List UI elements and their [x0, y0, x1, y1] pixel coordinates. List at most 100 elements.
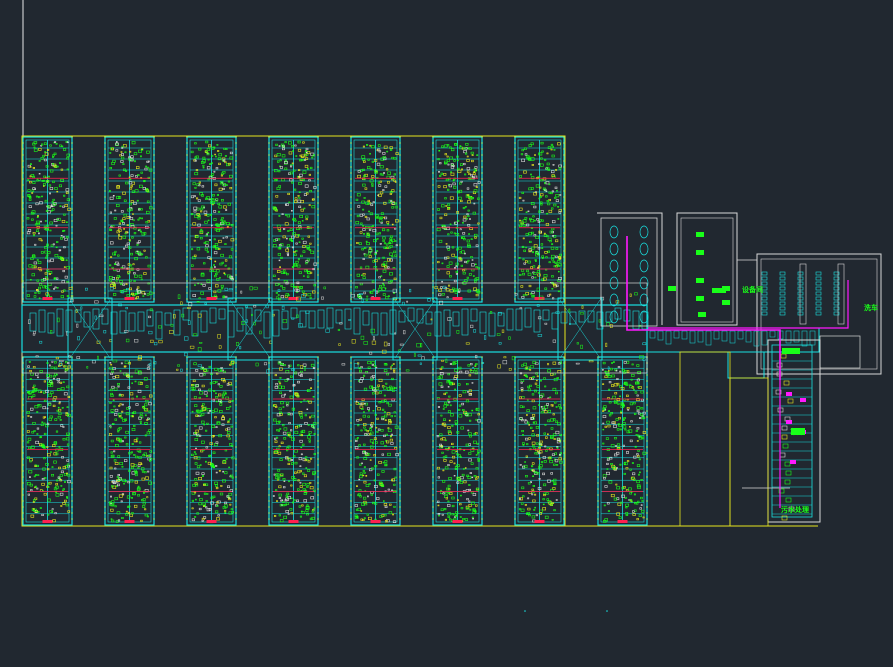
fixture: [294, 430, 299, 435]
fixture: [546, 152, 549, 155]
fixture: [524, 217, 528, 220]
fixture: [526, 443, 529, 446]
corridor-detail: [57, 317, 60, 323]
fixture: [146, 367, 150, 370]
fixture: [642, 516, 645, 519]
corridor-room: [308, 310, 316, 329]
floor-plan-drawing[interactable]: 设备间 洗车 污水处理 车库: [0, 0, 893, 667]
fixture: [37, 474, 40, 476]
fixture: [111, 519, 115, 523]
fixture: [212, 381, 216, 384]
fixture: [219, 492, 224, 496]
fixture: [56, 190, 59, 193]
fixture: [66, 221, 68, 224]
fixture: [602, 442, 605, 445]
accent-marker: [452, 520, 463, 523]
fixture: [358, 489, 362, 492]
fixture: [437, 185, 441, 188]
fixture: [365, 240, 368, 243]
fixture: [124, 459, 128, 463]
fixture: [211, 154, 214, 157]
fixture: [121, 465, 124, 468]
fixture: [539, 201, 543, 204]
fixture: [273, 473, 276, 476]
fixture: [37, 215, 39, 217]
fixture: [137, 174, 140, 177]
fixture: [463, 150, 467, 154]
fixture: [543, 460, 547, 463]
fixture: [227, 430, 231, 434]
fixture: [373, 364, 377, 368]
fixture: [557, 260, 561, 263]
fixture: [459, 199, 463, 202]
cad-drawing-viewport[interactable]: 设备间 洗车 污水处理 车库: [0, 0, 893, 667]
fixture: [453, 474, 456, 477]
fixture: [527, 385, 530, 389]
fixture: [366, 407, 370, 410]
corridor-detail: [427, 332, 432, 336]
fixture: [623, 361, 627, 364]
fixture: [544, 287, 548, 290]
fixture: [223, 272, 226, 274]
fixture: [520, 508, 525, 512]
fixture: [447, 401, 451, 404]
fixture: [143, 491, 145, 494]
fixture: [447, 504, 451, 507]
fixture: [66, 198, 70, 202]
fixture: [372, 289, 375, 291]
fixture: [290, 210, 293, 212]
fixture: [461, 473, 465, 477]
fixture: [110, 372, 113, 376]
fixture: [382, 236, 386, 240]
accent-marker: [534, 520, 545, 523]
fixture: [450, 148, 455, 152]
fixture: [541, 219, 544, 222]
fixture: [443, 173, 447, 176]
fixture: [43, 142, 47, 145]
corridor-detail: [339, 322, 343, 325]
corridor-detail: [445, 358, 448, 363]
fixture: [29, 378, 32, 380]
service-outline: [597, 212, 663, 325]
fixture: [394, 476, 397, 479]
fixture: [33, 384, 36, 387]
fixture: [279, 266, 282, 269]
fixture: [289, 429, 293, 432]
fixture: [191, 248, 194, 251]
corridor-room: [218, 308, 226, 320]
fixture: [640, 478, 643, 481]
fixture: [542, 498, 545, 501]
corridor-detail: [576, 342, 579, 345]
fixture: [447, 284, 451, 287]
fixture: [215, 392, 217, 395]
fixture: [557, 369, 562, 374]
fixture: [532, 265, 536, 268]
fixture: [122, 418, 126, 422]
fixture: [631, 386, 635, 389]
fixture: [362, 258, 365, 260]
fixture: [383, 369, 388, 373]
fixture: [60, 237, 63, 240]
fixture: [31, 192, 34, 194]
fixture: [302, 482, 306, 486]
fixture: [441, 513, 444, 516]
fixture: [368, 248, 373, 252]
corridor-detail: [281, 305, 285, 310]
fixture: [32, 386, 35, 389]
fixture: [61, 145, 64, 148]
fixture: [437, 208, 440, 211]
fixture: [531, 251, 535, 254]
fixture: [469, 508, 472, 511]
fixture: [391, 386, 395, 389]
fixture: [531, 433, 535, 437]
fixture: [369, 424, 373, 427]
fixture: [60, 295, 65, 299]
fixture: [33, 295, 37, 298]
fixture: [449, 404, 452, 407]
fixture: [366, 430, 369, 433]
fixture: [53, 375, 56, 378]
equipment-icon: [609, 225, 619, 239]
fixture: [437, 406, 441, 408]
fixture: [132, 219, 135, 222]
fixture: [33, 475, 36, 478]
